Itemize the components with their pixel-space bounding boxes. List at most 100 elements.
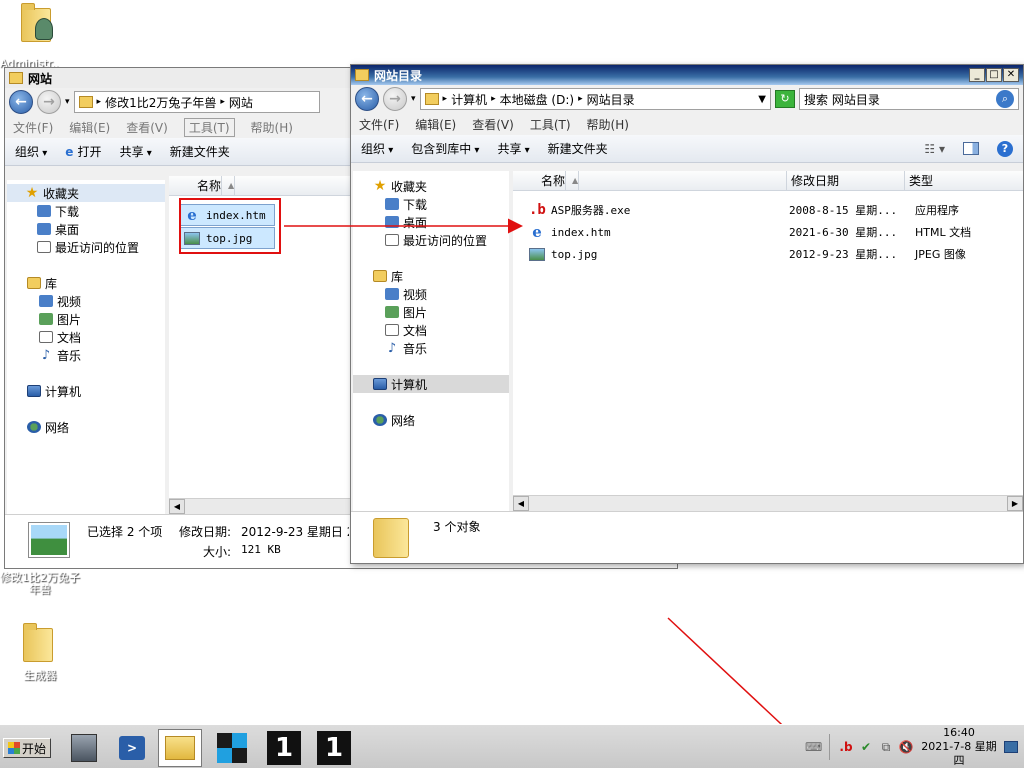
nav-favorites[interactable]: ★ 收藏夹 (7, 184, 165, 202)
desktop-icon-project-folder[interactable]: 修改1比2万兔子年兽 (0, 572, 80, 596)
menu-edit[interactable]: 编辑(E) (69, 119, 110, 136)
desktop-icon-generator[interactable]: 生成器 (2, 623, 78, 682)
nav-downloads[interactable]: 下载 (7, 202, 165, 220)
breadcrumb-item[interactable]: 网站目录 (587, 91, 635, 108)
nav-favorites[interactable]: ★ 收藏夹 (353, 177, 509, 195)
menu-help[interactable]: 帮助(H) (251, 119, 293, 136)
chevron-down-icon[interactable]: ▾ (65, 97, 70, 107)
menu-file[interactable]: 文件(F) (359, 116, 399, 133)
menu-file[interactable]: 文件(F) (13, 119, 53, 136)
nav-pictures[interactable]: 图片 (353, 303, 509, 321)
security-icon[interactable]: ✔ (858, 739, 874, 755)
menu-tools[interactable]: 工具(T) (530, 116, 571, 133)
column-name[interactable]: 名称 ▲ (169, 176, 369, 195)
address-bar[interactable]: ▸ 计算机 ▸ 本地磁盘 (D:) ▸ 网站目录 ▼ (419, 88, 771, 110)
help-icon[interactable]: ? (997, 140, 1013, 157)
new-folder-button[interactable]: 新建文件夹 (170, 143, 230, 160)
nav-music[interactable]: ♪ 音乐 (353, 339, 509, 357)
organize-button[interactable]: 组织 (361, 140, 393, 157)
nav-videos[interactable]: 视频 (353, 285, 509, 303)
taskbar-server-manager[interactable] (62, 729, 106, 767)
nav-label: 文档 (403, 323, 428, 338)
file-type: JPEG 图像 (915, 248, 966, 261)
search-icon[interactable]: ⌕ (996, 90, 1014, 108)
column-date[interactable]: 修改日期 (787, 171, 905, 190)
open-button[interactable]: e 打开 (65, 143, 101, 160)
scroll-right-button[interactable]: ▶ (1007, 496, 1023, 511)
nav-library[interactable]: 库 (7, 274, 165, 292)
app-1-icon: 1 (267, 731, 301, 765)
nav-desktop[interactable]: 桌面 (353, 213, 509, 231)
nav-recent[interactable]: 最近访问的位置 (353, 231, 509, 249)
address-dropdown-icon[interactable]: ▼ (758, 94, 766, 105)
taskbar-powershell[interactable]: > (110, 729, 154, 767)
nav-music[interactable]: ♪ 音乐 (7, 346, 165, 364)
start-button[interactable]: 开始 (3, 738, 52, 758)
desktop-icon-administrator[interactable]: Administr... (0, 3, 76, 70)
preview-pane-icon[interactable] (963, 142, 979, 155)
refresh-button[interactable]: ↻ (775, 90, 795, 108)
title-bar[interactable]: 网站目录 _ □ ✕ (351, 65, 1023, 85)
scroll-left-button[interactable]: ◀ (513, 496, 529, 511)
include-in-library-button[interactable]: 包含到库中 (411, 140, 479, 157)
search-input[interactable]: 搜索 网站目录 ⌕ (799, 88, 1019, 110)
chevron-down-icon[interactable]: ▾ (411, 94, 416, 104)
breadcrumb-item[interactable]: 修改1比2万兔子年兽 (105, 94, 216, 111)
volume-muted-icon[interactable]: 🔇 (898, 739, 914, 755)
nav-network[interactable]: 网络 (7, 418, 165, 436)
menu-tools[interactable]: 工具(T) (183, 117, 235, 137)
show-desktop-icon[interactable] (1004, 741, 1018, 753)
forward-button[interactable]: → (37, 90, 61, 114)
scroll-left-button[interactable]: ◀ (169, 499, 185, 514)
nav-downloads[interactable]: 下载 (353, 195, 509, 213)
nav-computer[interactable]: 计算机 (7, 382, 165, 400)
maximize-button[interactable]: □ (986, 68, 1002, 82)
organize-button[interactable]: 组织 (15, 143, 47, 160)
back-button[interactable]: ← (355, 87, 379, 111)
menu-view[interactable]: 查看(V) (472, 116, 514, 133)
nav-documents[interactable]: 文档 (7, 328, 165, 346)
nav-computer[interactable]: 计算机 (353, 375, 509, 393)
clock[interactable]: 16:40 2021-7-8 星期四 (918, 726, 1000, 768)
file-row-top[interactable]: top.jpg 2012-9-23 星期... JPEG 图像 (529, 243, 1009, 265)
breadcrumb-item[interactable]: 网站 (229, 94, 253, 111)
forward-button[interactable]: → (383, 87, 407, 111)
share-button[interactable]: 共享 (120, 143, 152, 160)
taskbar-network-app[interactable] (210, 729, 254, 767)
nav-network[interactable]: 网络 (353, 411, 509, 429)
horizontal-scrollbar[interactable]: ◀ ▶ (513, 495, 1023, 511)
nav-library[interactable]: 库 (353, 267, 509, 285)
asp-server-tray-icon[interactable]: .b (838, 739, 854, 755)
column-name[interactable]: 名称 ▲ (513, 171, 787, 190)
nav-pictures[interactable]: 图片 (7, 310, 165, 328)
nav-recent[interactable]: 最近访问的位置 (7, 238, 165, 256)
folder-icon (424, 93, 439, 105)
back-button[interactable]: ← (9, 90, 33, 114)
menu-view[interactable]: 查看(V) (126, 119, 168, 136)
file-row-asp-server[interactable]: .b ASP服务器.exe 2008-8-15 星期... 应用程序 (529, 199, 1009, 221)
menu-help[interactable]: 帮助(H) (587, 116, 629, 133)
new-folder-button[interactable]: 新建文件夹 (548, 140, 608, 157)
breadcrumb-item[interactable]: 本地磁盘 (D:) (500, 91, 574, 108)
address-bar[interactable]: ▸ 修改1比2万兔子年兽 ▸ 网站 (73, 91, 320, 113)
breadcrumb-item[interactable]: 计算机 (451, 91, 487, 108)
taskbar-app-1-second[interactable]: 1 (312, 729, 356, 767)
menu-edit[interactable]: 编辑(E) (415, 116, 456, 133)
nav-desktop[interactable]: 桌面 (7, 220, 165, 238)
taskbar-explorer[interactable] (158, 729, 202, 767)
close-button[interactable]: ✕ (1003, 68, 1019, 82)
minimize-button[interactable]: _ (969, 68, 985, 82)
view-options-icon[interactable]: ☷ ▾ (924, 142, 945, 156)
taskbar-app-1[interactable]: 1 (262, 729, 306, 767)
explorer-window-site-directory[interactable]: 网站目录 _ □ ✕ ← → ▾ ▸ 计算机 ▸ 本地磁盘 (D:) ▸ 网站目… (350, 64, 1024, 564)
windows-flag-icon (8, 742, 20, 754)
column-type[interactable]: 类型 (905, 171, 1023, 190)
share-button[interactable]: 共享 (497, 140, 529, 157)
keyboard-icon[interactable]: ⌨ (805, 739, 822, 755)
file-name: top.jpg (551, 247, 598, 261)
file-row-index[interactable]: e index.htm 2021-6-30 星期... HTML 文档 (529, 221, 1009, 243)
nav-videos[interactable]: 视频 (7, 292, 165, 310)
network-status-icon[interactable]: ⧉ (878, 739, 894, 755)
nav-documents[interactable]: 文档 (353, 321, 509, 339)
status-size-value: 121 KB (241, 543, 281, 556)
